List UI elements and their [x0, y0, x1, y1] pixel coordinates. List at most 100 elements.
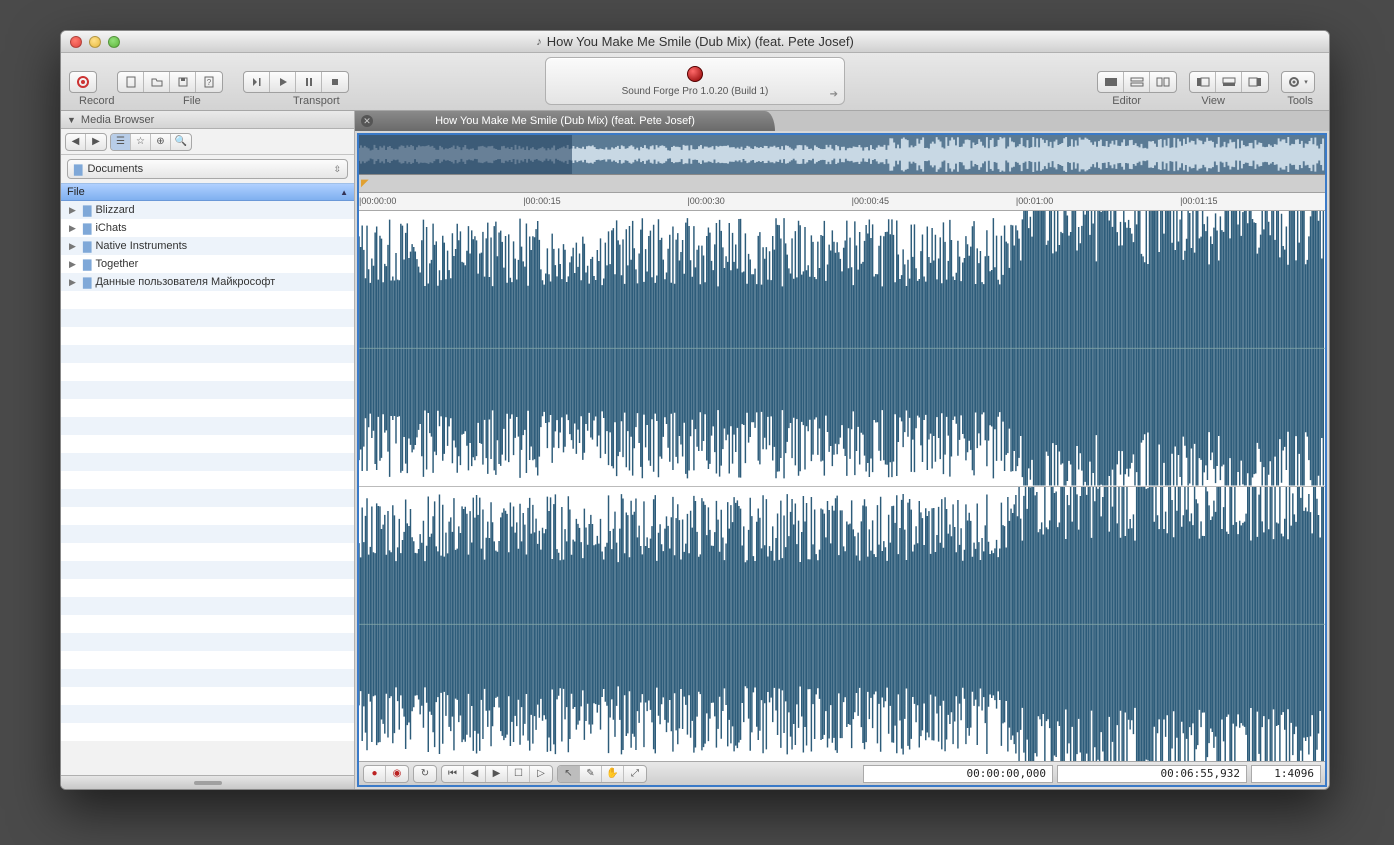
add-favorite-button[interactable]: ⊕: [151, 134, 171, 150]
duration-readout[interactable]: 00:06:55,932: [1057, 765, 1247, 783]
expand-arrow-icon[interactable]: ▶: [69, 205, 79, 216]
folder-row[interactable]: ▶ ▇ iChats: [61, 219, 354, 237]
time-ruler[interactable]: |00:00:00 |00:00:15 |00:00:30 |00:00:45 …: [359, 193, 1325, 211]
list-spacer: [61, 327, 354, 345]
pause-button[interactable]: [296, 72, 322, 92]
open-file-button[interactable]: [144, 72, 170, 92]
record-button[interactable]: [70, 72, 96, 92]
new-file-button[interactable]: [118, 72, 144, 92]
folder-row[interactable]: ▶▇Together: [61, 255, 354, 273]
list-spacer: [61, 489, 354, 507]
list-spacer: [61, 561, 354, 579]
media-browser-header[interactable]: ▼ Media Browser: [61, 111, 354, 129]
channel-left[interactable]: [359, 211, 1325, 487]
window-controls: [70, 36, 120, 48]
selection-tool-button[interactable]: ↖: [558, 766, 580, 782]
folder-icon: ▇: [83, 222, 91, 235]
folder-dropdown-label: Documents: [87, 163, 143, 175]
panel-right-button[interactable]: [1242, 72, 1268, 92]
expand-arrow-icon[interactable]: ▶: [69, 241, 79, 252]
save-file-button[interactable]: [170, 72, 196, 92]
waveform-channels[interactable]: [359, 211, 1325, 761]
list-spacer: [61, 579, 354, 597]
media-browser-title: Media Browser: [81, 114, 154, 126]
editor-status-bar: ● ◉ ↻ ⏮ ◀ ▶ ☐ ▷ ↖ ✎: [359, 761, 1325, 785]
forward-button[interactable]: ▶: [86, 134, 106, 150]
expand-arrow-icon[interactable]: ▶: [69, 277, 79, 288]
forward-seek-button[interactable]: ▶: [486, 766, 508, 782]
center-arrow-icon[interactable]: ➔: [830, 89, 838, 100]
overview-bar[interactable]: [359, 135, 1325, 175]
document-tab[interactable]: ✕ How You Make Me Smile (Dub Mix) (feat.…: [355, 111, 775, 131]
folder-icon: ▇: [74, 163, 82, 176]
music-note-icon: ♪: [536, 36, 542, 48]
file-column-header[interactable]: File ▲: [61, 183, 354, 201]
play-button[interactable]: [270, 72, 296, 92]
back-button[interactable]: ◀: [66, 134, 86, 150]
go-start-button[interactable]: ⏮: [442, 766, 464, 782]
zoom-window-button[interactable]: [108, 36, 120, 48]
panel-bottom-button[interactable]: [1216, 72, 1242, 92]
app-version-text: Sound Forge Pro 1.0.20 (Build 1): [622, 86, 769, 97]
main-area: ▼ Media Browser ◀ ▶ ☰ ☆ ⊕ 🔍 ▇ Documents …: [61, 111, 1329, 789]
list-spacer: [61, 471, 354, 489]
list-spacer: [61, 381, 354, 399]
minimize-window-button[interactable]: [89, 36, 101, 48]
stop-transport-button[interactable]: ☐: [508, 766, 530, 782]
folder-row[interactable]: ▶▇Native Instruments: [61, 237, 354, 255]
list-spacer: [61, 345, 354, 363]
view-mode-3-button[interactable]: [1150, 72, 1176, 92]
transport-group: [243, 71, 349, 93]
list-spacer: [61, 399, 354, 417]
arm-record-button[interactable]: ●: [364, 766, 386, 782]
folder-row[interactable]: ▶▇Blizzard: [61, 201, 354, 219]
close-window-button[interactable]: [70, 36, 82, 48]
marker-bar[interactable]: ◤: [359, 175, 1325, 193]
pencil-tool-button[interactable]: ✎: [580, 766, 602, 782]
folder-row[interactable]: ▶▇Данные пользователя Майкрософт: [61, 273, 354, 291]
panel-left-button[interactable]: [1190, 72, 1216, 92]
folder-name: iChats: [95, 222, 126, 234]
tools-label: Tools: [1287, 95, 1313, 107]
zoom-readout[interactable]: 1:4096: [1251, 765, 1321, 783]
title-bar[interactable]: ♪ How You Make Me Smile (Dub Mix) (feat.…: [61, 31, 1329, 53]
record-new-button[interactable]: ◉: [386, 766, 408, 782]
ruler-tick: |00:00:45: [852, 196, 889, 206]
zoom-tool-button[interactable]: ⤢: [624, 766, 646, 782]
position-readout[interactable]: 00:00:00,000: [863, 765, 1053, 783]
marker-flag-icon[interactable]: ◤: [361, 178, 369, 189]
view-panel-group: [1189, 71, 1269, 93]
play-all-button[interactable]: [244, 72, 270, 92]
bb-transport-group: ⏮ ◀ ▶ ☐ ▷: [441, 765, 553, 783]
tab-title: How You Make Me Smile (Dub Mix) (feat. P…: [435, 115, 695, 127]
center-status-box[interactable]: Sound Forge Pro 1.0.20 (Build 1) ➔: [545, 57, 845, 105]
folder-dropdown[interactable]: ▇ Documents ⇳: [67, 159, 348, 179]
expand-arrow-icon[interactable]: ▶: [69, 259, 79, 270]
loop-button[interactable]: ↻: [414, 766, 436, 782]
window-title-text: How You Make Me Smile (Dub Mix) (feat. P…: [547, 34, 854, 49]
play-transport-button[interactable]: ▷: [530, 766, 552, 782]
editor-view-group: [1097, 71, 1177, 93]
document-tab-bar: ✕ How You Make Me Smile (Dub Mix) (feat.…: [355, 111, 1329, 131]
record-label: Record: [79, 95, 114, 107]
channel-right[interactable]: [359, 487, 1325, 762]
hand-tool-button[interactable]: ✋: [602, 766, 624, 782]
rewind-button[interactable]: ◀: [464, 766, 486, 782]
expand-arrow-icon[interactable]: ▶: [69, 223, 79, 234]
tools-gear-button[interactable]: ▾: [1282, 72, 1314, 92]
stop-button[interactable]: [322, 72, 348, 92]
file-list[interactable]: ▶▇Blizzard ▶▇iChats ▶▇Native Instruments…: [61, 201, 354, 775]
list-view-button[interactable]: ☰: [111, 134, 131, 150]
overview-visible-range[interactable]: [359, 135, 572, 174]
list-spacer: [61, 291, 354, 309]
disclosure-triangle-icon[interactable]: ▼: [67, 115, 76, 125]
search-button[interactable]: 🔍: [171, 134, 191, 150]
favorite-button[interactable]: ☆: [131, 134, 151, 150]
editor-label: Editor: [1112, 95, 1141, 107]
properties-button[interactable]: ?: [196, 72, 222, 92]
close-tab-button[interactable]: ✕: [361, 115, 373, 127]
view-mode-2-button[interactable]: [1124, 72, 1150, 92]
sidebar-resize-handle[interactable]: [61, 775, 354, 789]
folder-icon: ▇: [83, 240, 91, 253]
view-mode-1-button[interactable]: [1098, 72, 1124, 92]
